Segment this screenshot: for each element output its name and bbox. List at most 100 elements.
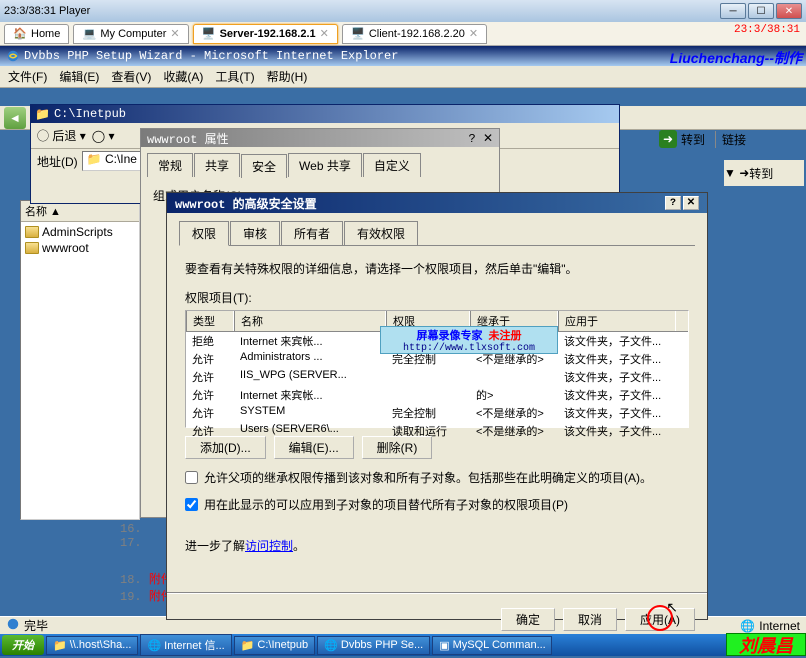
tab-close-icon[interactable]: ✕ bbox=[320, 27, 329, 40]
replace-label: 用在此显示的可以应用到子对象的项目替代所有子对象的权限项目(P) bbox=[204, 496, 568, 513]
player-title-text: 23:3/38:31 Player bbox=[4, 5, 90, 17]
globe-icon: 🌐 bbox=[740, 619, 755, 633]
col-name[interactable]: 名称 bbox=[234, 311, 386, 331]
right-go-fragment: ▼ ➜ 转到 bbox=[724, 160, 804, 186]
properties-title-bar: wwwroot 属性 ? ✕ bbox=[141, 129, 499, 147]
replace-checkbox-row: 用在此显示的可以应用到子对象的项目替代所有子对象的权限项目(P) bbox=[185, 496, 689, 513]
cursor-icon: ↖ bbox=[666, 599, 678, 616]
inherit-label: 允许父项的继承权限传播到该对象和所有子对象。包括那些在此明确定义的项目(A)。 bbox=[204, 469, 652, 486]
close-button[interactable]: ✕ bbox=[776, 3, 802, 19]
ie-icon bbox=[6, 617, 20, 634]
table-row[interactable]: 允许Internet 来宾帐...的>该文件夹，子文件... bbox=[186, 386, 688, 404]
cancel-button[interactable]: 取消 bbox=[563, 608, 617, 631]
maximize-button[interactable]: ☐ bbox=[748, 3, 774, 19]
col-apply-to[interactable]: 应用于 bbox=[558, 311, 676, 331]
tab-label: My Computer bbox=[100, 28, 166, 40]
explorer-title-text: C:\Inetpub bbox=[54, 107, 126, 121]
tab-sharing[interactable]: 共享 bbox=[194, 153, 240, 177]
tab-client[interactable]: 🖥️ Client-192.168.2.20 ✕ bbox=[342, 24, 487, 44]
learn-more-row: 进一步了解访问控制。 bbox=[185, 537, 689, 554]
folder-icon: 📁 bbox=[35, 107, 50, 122]
remove-button[interactable]: 删除(R) bbox=[362, 436, 433, 459]
edit-button[interactable]: 编辑(E)... bbox=[274, 436, 354, 459]
back-icon[interactable]: ◄ bbox=[4, 107, 26, 129]
advanced-security-dialog: wwwroot 的高级安全设置 ? ✕ 权限 审核 所有者 有效权限 要查看有关… bbox=[166, 192, 708, 620]
folder-item[interactable]: wwwroot bbox=[23, 240, 137, 256]
author-watermark: Liuchenchang--制作 bbox=[670, 48, 802, 68]
player-title-bar: 23:3/38:31 Player ─ ☐ ✕ bbox=[0, 0, 806, 22]
folder-icon bbox=[25, 226, 39, 238]
tab-web-sharing[interactable]: Web 共享 bbox=[288, 153, 362, 177]
tab-my-computer[interactable]: 💻 My Computer ✕ bbox=[73, 24, 188, 44]
folder-item[interactable]: AdminScripts bbox=[23, 224, 137, 240]
perm-items-label: 权限项目(T): bbox=[185, 289, 689, 306]
table-row[interactable]: 允许IIS_WPG (SERVER...该文件夹，子文件... bbox=[186, 368, 688, 386]
forward-button[interactable]: ◯ ▾ bbox=[92, 129, 115, 143]
links-label[interactable]: 链接 bbox=[715, 131, 746, 148]
home-icon: 🏠 bbox=[13, 27, 27, 41]
tab-custom[interactable]: 自定义 bbox=[363, 153, 421, 177]
menu-edit[interactable]: 编辑(E) bbox=[55, 66, 103, 87]
tab-close-icon[interactable]: ✕ bbox=[469, 27, 478, 40]
status-done: 完毕 bbox=[24, 617, 48, 634]
player-window-controls: ─ ☐ ✕ bbox=[720, 3, 802, 19]
properties-tabs: 常规 共享 安全 Web 共享 自定义 bbox=[141, 147, 499, 177]
adv-bottom-buttons: 确定 取消 应用(A) bbox=[167, 604, 707, 639]
close-button[interactable]: ✕ bbox=[483, 132, 493, 146]
go-label[interactable]: 转到 bbox=[681, 131, 705, 148]
tab-auditing[interactable]: 审核 bbox=[230, 221, 280, 245]
adv-title-bar: wwwroot 的高级安全设置 ? ✕ bbox=[167, 193, 707, 213]
tab-label: Home bbox=[31, 28, 60, 40]
adv-title-text: wwwroot 的高级安全设置 bbox=[175, 195, 317, 212]
client-icon: 🖥️ bbox=[351, 27, 365, 41]
apply-button[interactable]: 应用(A) bbox=[625, 608, 695, 631]
signature-stamp: 刘晨昌 bbox=[726, 633, 806, 656]
menu-file[interactable]: 文件(F) bbox=[4, 66, 51, 87]
close-button[interactable]: ✕ bbox=[683, 196, 699, 210]
folder-icon bbox=[25, 242, 39, 254]
adv-body: 权限 审核 所有者 有效权限 要查看有关特殊权限的详细信息，请选择一个权限项目，… bbox=[167, 213, 707, 576]
back-button[interactable]: ◯ 后退 ▾ bbox=[37, 127, 86, 144]
help-button[interactable]: ? bbox=[469, 132, 476, 146]
tab-general[interactable]: 常规 bbox=[147, 153, 193, 177]
menu-tools[interactable]: 工具(T) bbox=[211, 66, 258, 87]
tab-close-icon[interactable]: ✕ bbox=[170, 27, 179, 40]
tab-effective[interactable]: 有效权限 bbox=[344, 221, 418, 245]
time-watermark: 23:3/38:31 bbox=[734, 24, 800, 36]
tab-label: Server-192.168.2.1 bbox=[220, 28, 316, 40]
folder-list-panel: 名称 ▲ AdminScripts wwwroot bbox=[20, 200, 140, 520]
menu-help[interactable]: 帮助(H) bbox=[263, 66, 312, 87]
tab-security[interactable]: 安全 bbox=[241, 154, 287, 178]
ie-menu-bar: 文件(F) 编辑(E) 查看(V) 收藏(A) 工具(T) 帮助(H) bbox=[0, 66, 806, 88]
tab-home[interactable]: 🏠 Home bbox=[4, 24, 69, 44]
code-fragment: 16. 17. 18. 附件 19. 附件 bbox=[120, 522, 173, 604]
properties-title-text: wwwroot 属性 bbox=[147, 130, 229, 147]
tab-server[interactable]: 🖥️ Server-192.168.2.1 ✕ bbox=[193, 24, 338, 44]
help-button[interactable]: ? bbox=[665, 196, 681, 210]
session-tabs-bar: 🏠 Home 💻 My Computer ✕ 🖥️ Server-192.168… bbox=[0, 22, 806, 46]
tab-owner[interactable]: 所有者 bbox=[281, 221, 343, 245]
tab-permissions[interactable]: 权限 bbox=[179, 221, 229, 246]
taskbar-item[interactable]: 📁\\.host\Sha... bbox=[46, 636, 138, 655]
adv-intro-text: 要查看有关特殊权限的详细信息，请选择一个权限项目，然后单击"编辑"。 bbox=[185, 260, 689, 277]
server-icon: 🖥️ bbox=[202, 27, 216, 41]
column-header-name[interactable]: 名称 ▲ bbox=[21, 201, 139, 222]
explorer-title-bar: 📁 C:\Inetpub bbox=[31, 105, 619, 123]
col-type[interactable]: 类型 bbox=[186, 311, 234, 331]
right-go-label[interactable]: 转到 bbox=[749, 165, 773, 182]
learn-more-link[interactable]: 访问控制 bbox=[245, 539, 293, 553]
menu-view[interactable]: 查看(V) bbox=[107, 66, 155, 87]
tab-label: Client-192.168.2.20 bbox=[369, 28, 465, 40]
start-button[interactable]: 开始 bbox=[2, 635, 44, 655]
inherit-checkbox[interactable] bbox=[185, 471, 198, 484]
add-button[interactable]: 添加(D)... bbox=[185, 436, 266, 459]
go-arrow-icon[interactable]: ➜ bbox=[659, 130, 677, 148]
computer-icon: 💻 bbox=[82, 27, 96, 41]
address-label: 地址(D) bbox=[37, 153, 78, 170]
ok-button[interactable]: 确定 bbox=[501, 608, 555, 631]
minimize-button[interactable]: ─ bbox=[720, 3, 746, 19]
menu-favorites[interactable]: 收藏(A) bbox=[159, 66, 207, 87]
replace-checkbox[interactable] bbox=[185, 498, 198, 511]
table-row[interactable]: 允许SYSTEM完全控制<不是继承的>该文件夹，子文件... bbox=[186, 404, 688, 422]
ie-icon bbox=[6, 49, 20, 63]
